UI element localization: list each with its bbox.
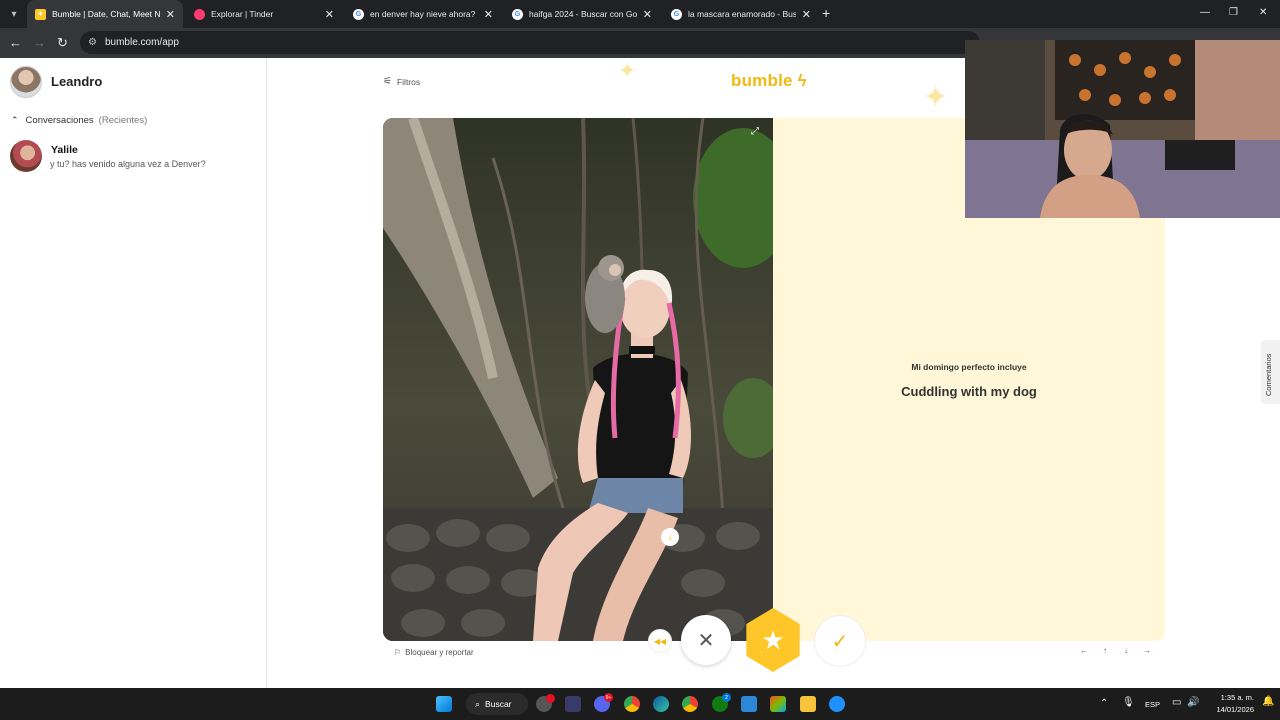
bumble-logo: bumble ϟ bbox=[731, 71, 807, 91]
tab-bumble[interactable]: ✦ Bumble | Date, Chat, Meet New ✕ bbox=[27, 0, 183, 28]
recent-label: (Recientes) bbox=[98, 115, 148, 126]
site-info-icon[interactable]: ⚙ bbox=[88, 37, 97, 48]
windows-start-icon[interactable] bbox=[436, 696, 452, 712]
close-tab-icon[interactable]: ✕ bbox=[484, 8, 493, 21]
bumble-favicon-icon: ✦ bbox=[35, 8, 46, 20]
feedback-tab[interactable]: Comentarios bbox=[1261, 340, 1280, 404]
app-icon[interactable] bbox=[565, 696, 581, 712]
discord-badge: 9+ bbox=[604, 693, 613, 702]
xbox-badge: 2 bbox=[722, 693, 731, 702]
reload-icon[interactable]: ↻ bbox=[57, 35, 68, 51]
expand-icon[interactable]: ⤢ bbox=[751, 126, 759, 137]
key-hint-left: ← bbox=[1080, 646, 1088, 655]
google-favicon-icon: G bbox=[512, 8, 523, 20]
media-player-icon[interactable] bbox=[829, 696, 845, 712]
lightning-icon: ϟ bbox=[797, 71, 807, 90]
clock-time[interactable]: 1:35 a. m. bbox=[1210, 693, 1254, 702]
chevron-up-icon: ⌃ bbox=[11, 115, 19, 125]
user-avatar[interactable] bbox=[10, 66, 42, 98]
match-avatar bbox=[10, 140, 42, 172]
file-explorer-icon[interactable] bbox=[800, 696, 816, 712]
sidebar: Leandro ⌃ Conversaciones (Recientes) Yal… bbox=[0, 58, 267, 688]
google-favicon-icon: G bbox=[353, 8, 364, 20]
google-favicon-icon: G bbox=[671, 8, 682, 20]
key-hint-down: ↓ bbox=[1124, 646, 1128, 655]
photos-icon[interactable] bbox=[741, 696, 757, 712]
close-window-icon[interactable]: ✕ bbox=[1259, 7, 1267, 18]
block-report-link[interactable]: ⚐ Bloquear y reportar bbox=[394, 648, 474, 657]
profile-photo[interactable] bbox=[383, 118, 773, 641]
tab-google-2[interactable]: G haifga 2024 - Buscar con Googl ✕ bbox=[504, 0, 660, 28]
conversations-label: Conversaciones bbox=[25, 115, 94, 126]
sparkle-icon: ✦ bbox=[923, 81, 949, 114]
search-icon: ⌕ bbox=[475, 698, 481, 709]
profile-photo-illustration bbox=[383, 118, 773, 641]
taskbar: ⌕ Buscar 9+ 2 ⌃ 🎙 ESP ▭ 🔊 1:35 a. m. 14/… bbox=[0, 688, 1280, 720]
tab-search-button[interactable]: ▾ bbox=[4, 4, 24, 24]
network-icon[interactable]: ▭ bbox=[1172, 697, 1181, 708]
notification-dot bbox=[546, 694, 555, 703]
back-arrow-icon[interactable]: ← bbox=[9, 35, 22, 51]
user-name[interactable]: Leandro bbox=[51, 74, 102, 89]
flag-icon: ⚐ bbox=[394, 648, 402, 657]
restore-icon[interactable]: ❐ bbox=[1229, 7, 1238, 18]
new-tab-button[interactable]: + bbox=[822, 5, 830, 21]
filters-button[interactable]: ⚟ Filtros bbox=[383, 76, 420, 87]
conversation-item[interactable]: Yalile y tu? has venido alguna vez a Den… bbox=[10, 140, 260, 174]
tab-title: haifga 2024 - Buscar con Googl bbox=[529, 9, 637, 19]
prompt-answer: Cuddling with my dog bbox=[901, 384, 1037, 399]
tab-title: Bumble | Date, Chat, Meet New bbox=[52, 9, 160, 19]
close-icon: ✕ bbox=[697, 629, 715, 652]
tab-google-1[interactable]: G en denver hay nieve ahora? - B ✕ bbox=[345, 0, 501, 28]
match-name: Yalile bbox=[51, 144, 78, 156]
close-tab-icon[interactable]: ✕ bbox=[325, 8, 334, 21]
webcam-overlay bbox=[965, 40, 1280, 218]
key-hint-right: → bbox=[1143, 646, 1151, 655]
taskbar-search[interactable]: ⌕ Buscar bbox=[466, 693, 528, 715]
feedback-label: Comentarios bbox=[1264, 353, 1273, 396]
clock-date[interactable]: 14/01/2026 bbox=[1208, 705, 1254, 714]
tab-title: en denver hay nieve ahora? - B bbox=[370, 9, 478, 19]
tinder-favicon-icon bbox=[194, 8, 205, 20]
scroll-down-icon[interactable]: ↓ bbox=[661, 528, 679, 546]
search-label: Buscar bbox=[485, 699, 512, 709]
address-bar[interactable]: ⚙ bumble.com/app bbox=[80, 31, 980, 54]
forward-arrow-icon[interactable]: → bbox=[33, 35, 46, 51]
tab-google-3[interactable]: G la mascara enamorado - Buscar ✕ bbox=[663, 0, 819, 28]
edge-icon[interactable] bbox=[653, 696, 669, 712]
filters-label: Filtros bbox=[396, 76, 421, 87]
star-icon: ★ bbox=[761, 624, 785, 655]
report-label: Bloquear y reportar bbox=[405, 648, 474, 657]
chrome-alt-icon[interactable] bbox=[682, 696, 698, 712]
microphone-icon[interactable]: 🎙 bbox=[1122, 697, 1135, 708]
language-indicator[interactable]: ESP bbox=[1145, 700, 1160, 709]
match-last-message: y tu? has venido alguna vez a Denver? bbox=[50, 159, 206, 169]
logo-text: bumble bbox=[731, 71, 793, 90]
url-text: bumble.com/app bbox=[104, 37, 179, 48]
close-tab-icon[interactable]: ✕ bbox=[643, 8, 652, 21]
webcam-illustration bbox=[965, 40, 1280, 218]
minimize-icon[interactable]: — bbox=[1200, 7, 1210, 18]
pass-button[interactable]: ✕ bbox=[681, 615, 731, 665]
key-hint-up: ↑ bbox=[1103, 646, 1107, 655]
rewind-button[interactable]: ◀◀ bbox=[648, 629, 672, 653]
rewind-icon: ◀◀ bbox=[653, 636, 667, 646]
like-button[interactable]: ✓ bbox=[814, 615, 866, 667]
tab-tinder[interactable]: Explorar | Tinder ✕ bbox=[186, 0, 342, 28]
sliders-icon: ⚟ bbox=[383, 76, 392, 87]
notification-bell-icon[interactable]: 🔔 bbox=[1262, 696, 1274, 707]
chrome-icon[interactable] bbox=[624, 696, 640, 712]
check-icon: ✓ bbox=[831, 630, 849, 653]
copilot-icon[interactable] bbox=[770, 696, 786, 712]
sparkle-icon: ✦ bbox=[618, 58, 637, 83]
tab-title: Explorar | Tinder bbox=[211, 9, 274, 19]
chevron-up-icon[interactable]: ⌃ bbox=[1100, 698, 1108, 709]
close-tab-icon[interactable]: ✕ bbox=[166, 8, 175, 21]
conversations-header[interactable]: ⌃ Conversaciones (Recientes) bbox=[11, 115, 147, 126]
tab-strip: ▾ ✦ Bumble | Date, Chat, Meet New ✕ Expl… bbox=[0, 0, 1280, 28]
prompt-label: Mi domingo perfecto incluye bbox=[911, 362, 1027, 372]
close-tab-icon[interactable]: ✕ bbox=[802, 8, 811, 21]
tab-title: la mascara enamorado - Buscar bbox=[688, 9, 796, 19]
volume-icon[interactable]: 🔊 bbox=[1187, 697, 1199, 708]
